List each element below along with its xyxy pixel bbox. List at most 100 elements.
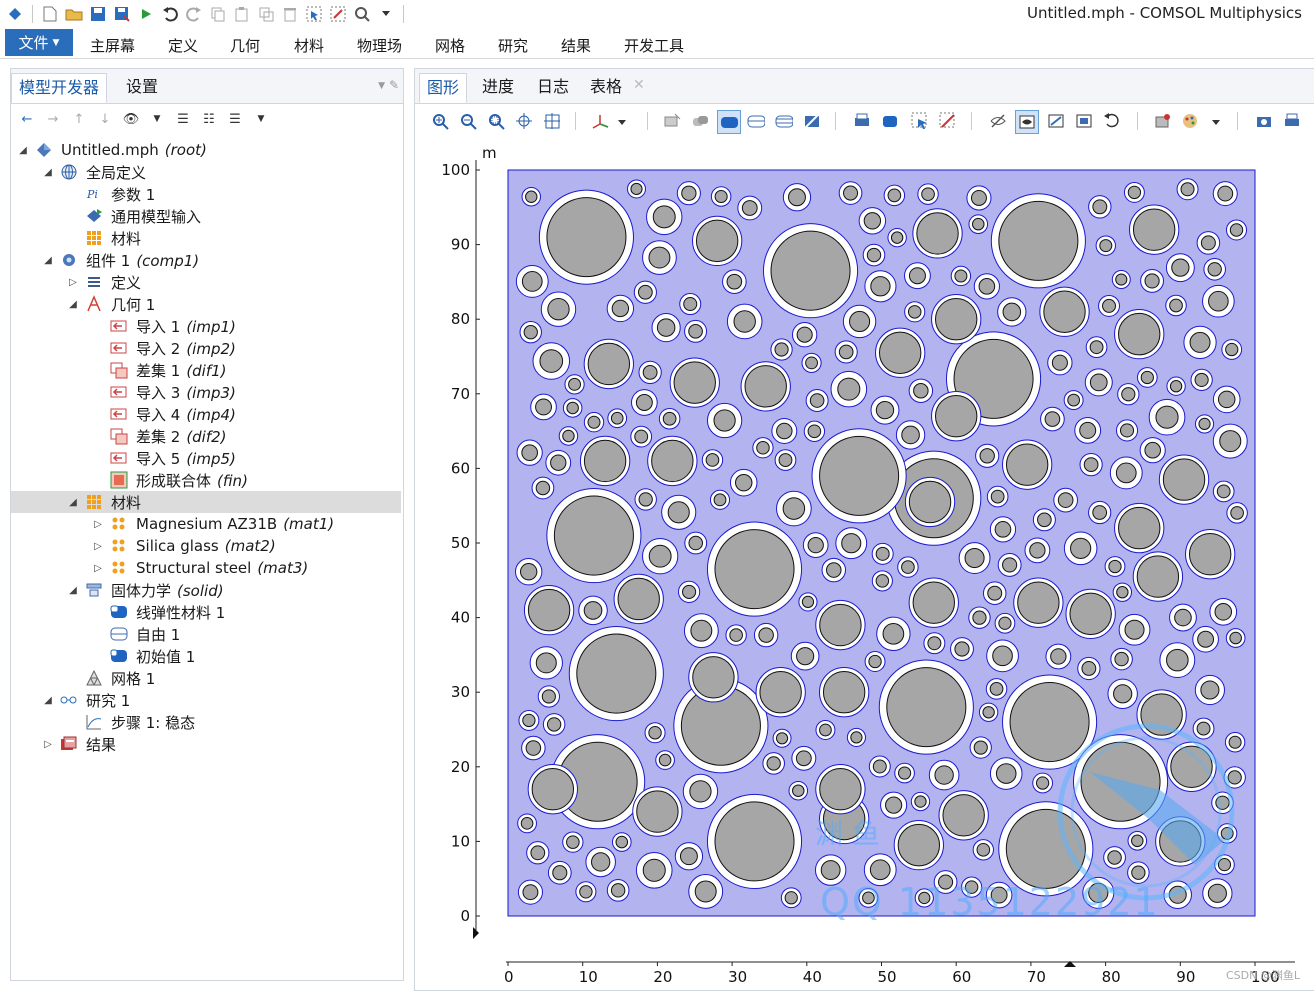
inclusion-circle xyxy=(520,563,538,581)
inclusion-circle xyxy=(539,349,564,373)
inclusion-circle xyxy=(1079,421,1097,439)
inclusion-circle xyxy=(688,535,703,551)
inclusion-circle xyxy=(673,361,716,404)
inclusion-circle xyxy=(972,610,987,625)
inclusion-circle xyxy=(756,441,770,455)
inclusion-circle xyxy=(978,278,996,295)
inclusion-circle xyxy=(837,377,861,401)
inclusion-circle xyxy=(998,616,1012,630)
inclusion-circle xyxy=(872,759,887,774)
inclusion-circle xyxy=(838,344,854,360)
inclusion-circle xyxy=(642,858,666,882)
x-tick-label: 80 xyxy=(1102,968,1121,986)
inclusion-circle xyxy=(1140,370,1154,385)
inclusion-circle xyxy=(1081,661,1097,676)
inclusion-circle xyxy=(1217,390,1236,409)
x-tick-label: 90 xyxy=(1176,968,1195,986)
y-tick-label: 90 xyxy=(451,236,470,254)
inclusion-circle xyxy=(1002,557,1018,573)
inclusion-circle xyxy=(522,884,539,901)
inclusion-circle xyxy=(1089,373,1108,392)
inclusion-circle xyxy=(1108,559,1122,574)
inclusion-circle xyxy=(927,636,942,651)
inclusion-circle xyxy=(651,439,694,483)
inclusion-circle xyxy=(637,284,653,300)
inclusion-circle xyxy=(1216,484,1231,499)
inclusion-circle xyxy=(726,273,743,290)
inclusion-circle xyxy=(886,667,967,748)
geometry-plot[interactable]: 0 10 20 30 40 50 60 70 80 90 100 0 10 20 30 40 50 60 70 80 9… xyxy=(0,0,1314,991)
inclusion-circle xyxy=(1197,630,1215,648)
inclusion-circle xyxy=(713,493,727,507)
inclusion-circle xyxy=(809,393,825,408)
inclusion-circle xyxy=(758,627,774,643)
inclusion-circle xyxy=(822,670,866,714)
inclusion-circle xyxy=(942,794,985,837)
inclusion-circle xyxy=(617,577,660,621)
inclusion-circle xyxy=(611,299,630,318)
inclusion-circle xyxy=(690,619,713,642)
inclusion-circle xyxy=(1144,273,1160,289)
inclusion-circle xyxy=(683,297,698,312)
inclusion-circle xyxy=(591,852,611,872)
x-tick-label: 40 xyxy=(803,968,822,986)
inclusion-circle xyxy=(1155,405,1179,429)
inclusion-circle xyxy=(782,497,806,520)
inclusion-circle xyxy=(552,865,568,881)
inclusion-circle xyxy=(1121,387,1136,402)
inclusion-circle xyxy=(914,795,927,808)
inclusion-circle xyxy=(921,187,935,201)
inclusion-circle xyxy=(535,398,552,416)
inclusion-circle xyxy=(547,298,570,321)
inclusion-circle xyxy=(692,656,735,699)
inclusion-circle xyxy=(964,547,985,569)
inclusion-circle xyxy=(1174,608,1192,627)
inclusion-circle xyxy=(995,763,1017,784)
inclusion-circle xyxy=(1067,393,1081,407)
inclusion-circle xyxy=(1043,290,1086,333)
inclusion-circle xyxy=(523,325,538,340)
inclusion-circle xyxy=(1092,505,1108,520)
inclusion-circle xyxy=(819,435,900,516)
inclusion-circle xyxy=(634,429,649,444)
inclusion-circle xyxy=(535,652,557,674)
y-tick-label: 20 xyxy=(451,758,470,776)
inclusion-circle xyxy=(819,603,862,647)
inclusion-circle xyxy=(987,585,1003,601)
inclusion-circle xyxy=(587,342,631,386)
inclusion-circle xyxy=(825,562,842,578)
inclusion-circle xyxy=(916,212,959,255)
inclusion-circle xyxy=(1069,592,1112,636)
inclusion-circle xyxy=(1005,443,1049,486)
inclusion-circle xyxy=(1217,185,1234,202)
inclusion-circle xyxy=(1118,312,1161,356)
inclusion-circle xyxy=(1044,411,1061,427)
inclusion-circle xyxy=(525,740,542,756)
inclusion-circle xyxy=(550,454,567,471)
inclusion-circle xyxy=(689,780,712,803)
inclusion-circle xyxy=(934,394,978,438)
inclusion-circle xyxy=(1119,423,1135,438)
x-tick-label: 20 xyxy=(653,968,672,986)
inclusion-circle xyxy=(901,425,920,445)
inclusion-circle xyxy=(1180,182,1195,197)
inclusion-circle xyxy=(541,689,556,704)
inclusion-circle xyxy=(1188,532,1232,576)
y-tick-label: 80 xyxy=(451,310,470,328)
inclusion-circle xyxy=(1131,865,1146,880)
inclusion-circle xyxy=(1227,770,1242,785)
inclusion-circle xyxy=(1029,542,1046,559)
inclusion-circle xyxy=(901,560,915,574)
inclusion-circle xyxy=(1116,586,1129,599)
inclusion-circle xyxy=(679,847,698,866)
inclusion-circle xyxy=(1136,555,1180,598)
inclusion-circle xyxy=(819,767,862,811)
inclusion-circle xyxy=(875,574,890,588)
inclusion-circle xyxy=(1114,651,1129,667)
x-tick-label: 10 xyxy=(579,968,598,986)
inclusion-circle xyxy=(870,276,891,297)
inclusion-circle xyxy=(1092,199,1108,215)
inclusion-circle xyxy=(521,444,538,462)
inclusion-circle xyxy=(819,723,832,737)
inclusion-circle xyxy=(1009,682,1090,763)
